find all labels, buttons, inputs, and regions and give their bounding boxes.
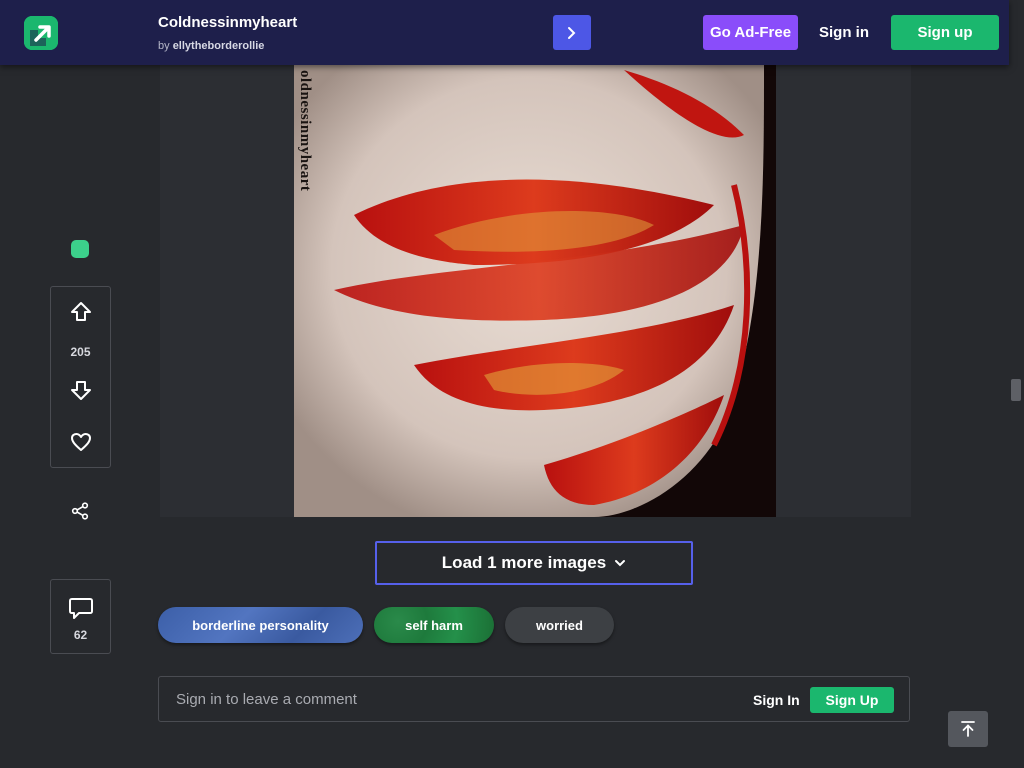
post-title: Coldnessinmyheart	[158, 14, 298, 31]
sign-up-button[interactable]: Sign up	[891, 15, 999, 50]
share-icon	[71, 502, 89, 520]
arrow-to-top-icon	[961, 721, 975, 737]
comment-icon-wrap	[67, 594, 95, 622]
comments-button[interactable]: 62	[50, 579, 111, 654]
comment-icon	[69, 598, 93, 619]
status-indicator	[71, 240, 89, 258]
next-post-button[interactable]	[553, 15, 591, 50]
image-watermark: oldnessinmyheart	[297, 70, 313, 192]
comment-sign-up-button[interactable]: Sign Up	[810, 687, 894, 713]
upvote-count: 205	[70, 345, 91, 359]
go-ad-free-button[interactable]: Go Ad-Free	[703, 15, 798, 50]
back-to-top-button[interactable]	[948, 711, 988, 747]
post-author[interactable]: by ellytheborderollie	[158, 40, 264, 52]
arrow-up-icon	[71, 302, 91, 321]
tag-worried[interactable]: worried	[505, 607, 614, 643]
post-image[interactable]	[294, 65, 776, 517]
imgur-logo[interactable]	[24, 16, 58, 50]
comment-placeholder: Sign in to leave a comment	[176, 691, 357, 708]
downvote-button[interactable]	[68, 377, 94, 403]
share-button[interactable]	[69, 500, 91, 522]
top-bar: Coldnessinmyheart by ellytheborderollie …	[0, 0, 1009, 65]
by-prefix: by	[158, 40, 170, 52]
favorite-button[interactable]	[68, 429, 94, 455]
comment-count: 62	[73, 628, 88, 642]
load-more-button[interactable]: Load 1 more images	[375, 541, 693, 585]
author-name[interactable]: ellytheborderollie	[173, 40, 265, 52]
chevron-right-icon	[568, 26, 576, 39]
comment-sign-in-button[interactable]: Sign In	[753, 692, 800, 708]
tag-borderline-personality[interactable]: borderline personality	[158, 607, 363, 643]
heart-icon	[71, 433, 91, 451]
scrollbar-thumb[interactable]	[1011, 379, 1021, 401]
arrow-down-icon	[71, 381, 91, 400]
load-more-label: Load 1 more images	[441, 553, 607, 572]
sign-in-button[interactable]: Sign in	[815, 15, 873, 50]
chevron-down-icon	[615, 560, 626, 567]
vote-panel: 205	[50, 286, 111, 468]
comment-box[interactable]: Sign in to leave a comment Sign In Sign …	[158, 676, 910, 722]
upvote-button[interactable]	[68, 299, 94, 325]
tag-self-harm[interactable]: self harm	[374, 607, 494, 643]
